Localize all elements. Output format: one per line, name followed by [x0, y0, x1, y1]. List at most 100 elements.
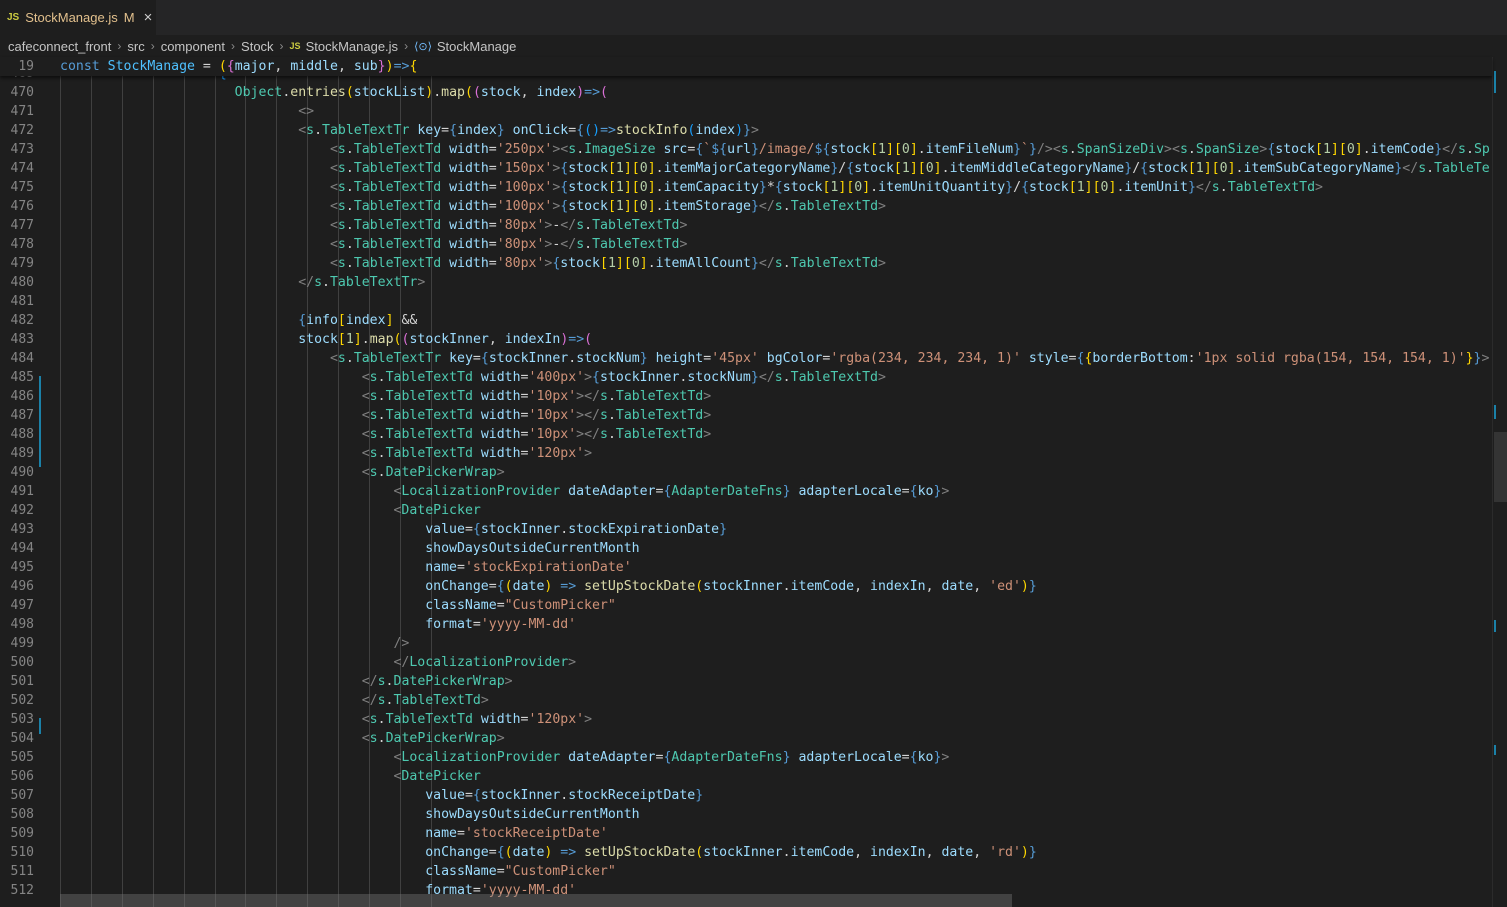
- close-icon[interactable]: ×: [144, 9, 153, 26]
- code-line[interactable]: 506 <DatePicker: [0, 767, 1492, 786]
- code-token: .: [782, 370, 791, 385]
- horizontal-scrollbar[interactable]: [60, 894, 1012, 907]
- code-token: TableTextTd: [353, 237, 442, 252]
- breadcrumb-file[interactable]: StockManage.js: [306, 39, 399, 54]
- code-line[interactable]: 491 <LocalizationProvider dateAdapter={A…: [0, 482, 1492, 501]
- code-line[interactable]: 479 <s.TableTextTd width='80px'>{stock[1…: [0, 254, 1492, 273]
- code-line[interactable]: 503 <s.TableTextTd width='120px'>: [0, 710, 1492, 729]
- code-line[interactable]: 477 <s.TableTextTd width='80px'>-</s.Tab…: [0, 216, 1492, 235]
- code-line[interactable]: 509 name='stockReceiptDate': [0, 824, 1492, 843]
- code-line[interactable]: 510 onChange={(date) => setUpStockDate(s…: [0, 843, 1492, 862]
- code-token: AdapterDateFns: [671, 484, 783, 499]
- code-token: ]: [862, 180, 871, 195]
- code-line[interactable]: 497 className="CustomPicker": [0, 596, 1492, 615]
- code-line[interactable]: 472 <s.TableTextTr key={index} onClick={…: [0, 121, 1492, 140]
- code-token: [: [1068, 180, 1077, 195]
- code-token: date: [512, 845, 545, 860]
- code-line[interactable]: 470 Object.entries(stockList).map((stock…: [0, 83, 1492, 102]
- code-line[interactable]: 511 className="CustomPicker": [0, 862, 1492, 881]
- code-line[interactable]: 474 <s.TableTextTd width='150px'>{stock[…: [0, 159, 1492, 178]
- chevron-right-icon: ›: [117, 39, 122, 53]
- code-token: entries: [290, 85, 346, 100]
- breadcrumb-symbol[interactable]: StockManage: [437, 39, 517, 54]
- code-line[interactable]: 500 </LocalizationProvider>: [0, 653, 1492, 672]
- code-line[interactable]: 489 <s.TableTextTd width='120px'>: [0, 444, 1492, 463]
- breadcrumb-item[interactable]: cafeconnect_front: [8, 39, 111, 54]
- code-line[interactable]: 480 </s.TableTextTr>: [0, 273, 1492, 292]
- modified-lines-marker[interactable]: [39, 718, 41, 734]
- breadcrumb-item[interactable]: Stock: [241, 39, 274, 54]
- code-token: width: [472, 408, 521, 423]
- code-token: TableTextTd: [393, 693, 481, 708]
- scrollbar-thumb[interactable]: [1494, 432, 1507, 502]
- code-line[interactable]: 498 format='yyyy-MM-dd': [0, 615, 1492, 634]
- code-token: [: [607, 199, 616, 214]
- code-token: ]: [1227, 161, 1236, 176]
- code-token: 1: [615, 161, 624, 176]
- code-line[interactable]: 476 <s.TableTextTd width='100px'>{stock[…: [0, 197, 1492, 216]
- code-token: [: [870, 142, 879, 157]
- code-token: date: [941, 845, 974, 860]
- code-token: DatePickerWrap: [393, 674, 505, 689]
- code-line[interactable]: 483 stock[1].map((stockInner, indexIn)=>…: [0, 330, 1492, 349]
- code-line[interactable]: 469 {: [0, 76, 1492, 83]
- code-token: =: [488, 218, 497, 233]
- code-line[interactable]: 493 value={stockInner.stockExpirationDat…: [0, 520, 1492, 539]
- code-line[interactable]: 499 />: [0, 634, 1492, 653]
- code-token: {: [1140, 161, 1149, 176]
- code-editor[interactable]: 469 {470 Object.entries(stockList).map((…: [0, 76, 1492, 907]
- sticky-scroll-header[interactable]: 19 const StockManage = ({major, middle, …: [0, 57, 1492, 76]
- code-token: indexIn: [870, 579, 926, 594]
- code-text: <s.TableTextTd width='10px'></s.TableTex…: [60, 406, 711, 425]
- code-line[interactable]: 494 showDaysOutsideCurrentMonth: [0, 539, 1492, 558]
- code-line[interactable]: 478 <s.TableTextTd width='80px'>-</s.Tab…: [0, 235, 1492, 254]
- code-token: =: [457, 560, 465, 575]
- code-token: }: [743, 123, 751, 138]
- code-token: ]: [623, 180, 632, 195]
- code-line[interactable]: 492 <DatePicker: [0, 501, 1492, 520]
- code-line[interactable]: 501 </s.DatePickerWrap>: [0, 672, 1492, 691]
- code-token: {: [219, 76, 227, 81]
- code-line[interactable]: 473 <s.TableTextTd width='250px'><s.Imag…: [0, 140, 1492, 159]
- code-token: stock: [1029, 180, 1069, 195]
- code-line[interactable]: 487 <s.TableTextTd width='10px'></s.Tabl…: [0, 406, 1492, 425]
- code-line[interactable]: 505 <LocalizationProvider dateAdapter={A…: [0, 748, 1492, 767]
- breadcrumb-item[interactable]: src: [127, 39, 144, 54]
- code-token: (: [472, 85, 481, 100]
- code-token: >: [941, 484, 950, 499]
- code-line[interactable]: 484 <s.TableTextTr key={stockInner.stock…: [0, 349, 1492, 368]
- code-token: indexIn: [870, 845, 926, 860]
- code-token: >: [496, 731, 505, 746]
- code-token: '45px': [711, 351, 759, 366]
- tab-stockmanage[interactable]: JS StockManage.js M ×: [0, 0, 156, 35]
- code-line[interactable]: 486 <s.TableTextTd width='10px'></s.Tabl…: [0, 387, 1492, 406]
- code-line[interactable]: 481: [0, 292, 1492, 311]
- code-line[interactable]: 485 <s.TableTextTd width='400px'>{stockI…: [0, 368, 1492, 387]
- code-line[interactable]: 471 <>: [0, 102, 1492, 121]
- code-token: stockNum: [687, 370, 751, 385]
- breadcrumb-item[interactable]: component: [161, 39, 225, 54]
- code-line[interactable]: 482 {info[index] &&: [0, 311, 1492, 330]
- code-line[interactable]: 475 <s.TableTextTd width='100px'>{stock[…: [0, 178, 1492, 197]
- code-line[interactable]: 504 <s.DatePickerWrap>: [0, 729, 1492, 748]
- vertical-scrollbar[interactable]: [1492, 57, 1507, 907]
- code-line[interactable]: 496 onChange={(date) => setUpStockDate(s…: [0, 577, 1492, 596]
- code-token: stock: [480, 85, 521, 100]
- code-token: stockExpirationDate: [568, 522, 720, 537]
- code-token: </: [560, 218, 577, 233]
- code-line[interactable]: 502 </s.TableTextTd>: [0, 691, 1492, 710]
- modified-lines-marker[interactable]: [39, 376, 41, 467]
- code-line[interactable]: 488 <s.TableTextTd width='10px'></s.Tabl…: [0, 425, 1492, 444]
- code-line[interactable]: 495 name='stockExpirationDate': [0, 558, 1492, 577]
- code-line[interactable]: 507 value={stockInner.stockReceiptDate}: [0, 786, 1492, 805]
- code-line[interactable]: 508 showDaysOutsideCurrentMonth: [0, 805, 1492, 824]
- code-line[interactable]: 490 <s.DatePickerWrap>: [0, 463, 1492, 482]
